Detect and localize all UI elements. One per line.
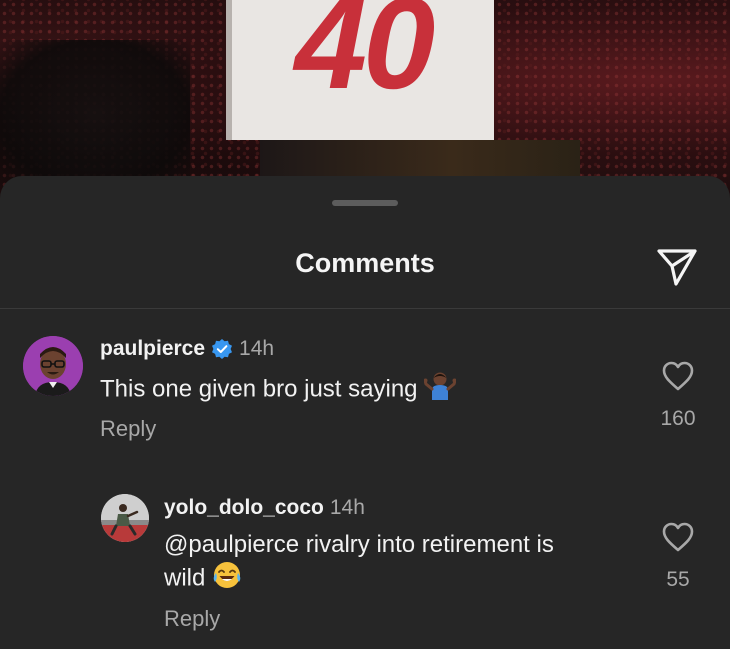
instagram-comments-screen: 40 Comments paulpierce 14h This one give… (0, 0, 730, 649)
comment-body-line-1: @paulpierce rivalry into retirement is (164, 531, 554, 558)
comment-time: 14h (329, 496, 365, 519)
profile-photo-avatar-icon (101, 494, 149, 542)
reply-button[interactable]: Reply (164, 606, 220, 632)
reply-button[interactable]: Reply (100, 416, 156, 442)
jersey-banner: 40 (226, 0, 494, 140)
comment-time: 14h (239, 337, 275, 360)
banner-number: 40 (294, 0, 436, 116)
like-button[interactable] (661, 520, 695, 554)
avatar[interactable] (23, 336, 83, 396)
comments-sheet: Comments paulpierce 14h This one given b… (0, 176, 730, 649)
post-background-photo: 40 (0, 0, 730, 200)
username[interactable]: yolo_dolo_coco (164, 496, 324, 520)
paper-plane-icon (657, 249, 697, 286)
like-button[interactable] (661, 359, 695, 393)
comment-text: @paulpierce rivalry into retirement is w… (164, 530, 634, 598)
person-shrugging-emoji-icon (423, 370, 457, 410)
camera-silhouette (0, 40, 190, 190)
heart-icon (662, 361, 694, 391)
avatar[interactable] (101, 494, 149, 542)
like-count: 55 (666, 568, 690, 591)
sheet-title: Comments (295, 248, 435, 278)
header-divider (0, 308, 730, 309)
share-button[interactable] (655, 244, 699, 288)
sheet-drag-handle[interactable] (332, 200, 398, 206)
comment-body: This one given bro just saying (100, 375, 418, 403)
comment-text: This one given bro just saying (100, 370, 620, 410)
like-count: 160 (660, 407, 696, 430)
scoreboard-strip (260, 140, 580, 180)
comment-body-line-2-wrap: wild (164, 560, 634, 598)
memoji-avatar-icon (23, 336, 83, 396)
comment-header: yolo_dolo_coco 14h (164, 496, 365, 520)
comment-header: paulpierce 14h (100, 337, 274, 361)
comment-body-line-2: wild (164, 564, 206, 592)
tears-of-joy-emoji-icon (212, 560, 242, 598)
heart-icon (662, 522, 694, 552)
verified-badge-icon (211, 338, 233, 360)
username[interactable]: paulpierce (100, 337, 205, 361)
